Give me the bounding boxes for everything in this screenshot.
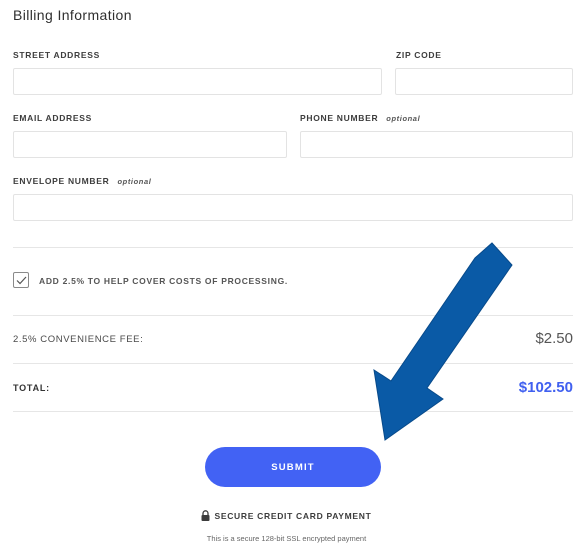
processing-fee-checkbox[interactable] [13, 272, 29, 288]
phone-number-label-text: PHONE NUMBER [300, 113, 379, 123]
submit-button[interactable]: SUBMIT [205, 447, 381, 487]
lock-icon [201, 510, 210, 523]
total-label: TOTAL: [13, 383, 50, 393]
total-value: $102.50 [518, 379, 573, 396]
envelope-number-optional-tag: optional [117, 177, 152, 186]
billing-form: Billing Information STREET ADDRESS ZIP C… [0, 0, 573, 546]
checkmark-icon [16, 276, 26, 284]
divider [13, 363, 573, 364]
phone-number-input[interactable] [300, 131, 573, 158]
email-address-input[interactable] [13, 131, 287, 158]
convenience-fee-label: 2.5% CONVENIENCE FEE: [13, 334, 144, 345]
street-address-input[interactable] [13, 68, 382, 95]
email-address-label: EMAIL ADDRESS [13, 113, 92, 123]
section-title: Billing Information [13, 7, 132, 23]
secure-payment-badge: SECURE CREDIT CARD PAYMENT [0, 510, 573, 523]
secure-payment-text: SECURE CREDIT CARD PAYMENT [214, 511, 372, 521]
zip-code-label: ZIP CODE [396, 50, 442, 60]
zip-code-input[interactable] [395, 68, 573, 95]
street-address-label: STREET ADDRESS [13, 50, 100, 60]
divider [13, 315, 573, 316]
envelope-number-label-text: ENVELOPE NUMBER [13, 176, 110, 186]
divider [13, 247, 573, 248]
processing-fee-label: ADD 2.5% TO HELP COVER COSTS OF PROCESSI… [39, 276, 288, 286]
ssl-note: This is a secure 128-bit SSL encrypted p… [206, 534, 367, 543]
divider [13, 411, 573, 412]
convenience-fee-value: $2.50 [535, 330, 573, 347]
envelope-number-input[interactable] [13, 194, 573, 221]
envelope-number-label: ENVELOPE NUMBER optional [13, 176, 151, 186]
phone-number-optional-tag: optional [386, 114, 421, 123]
phone-number-label: PHONE NUMBER optional [300, 113, 420, 123]
